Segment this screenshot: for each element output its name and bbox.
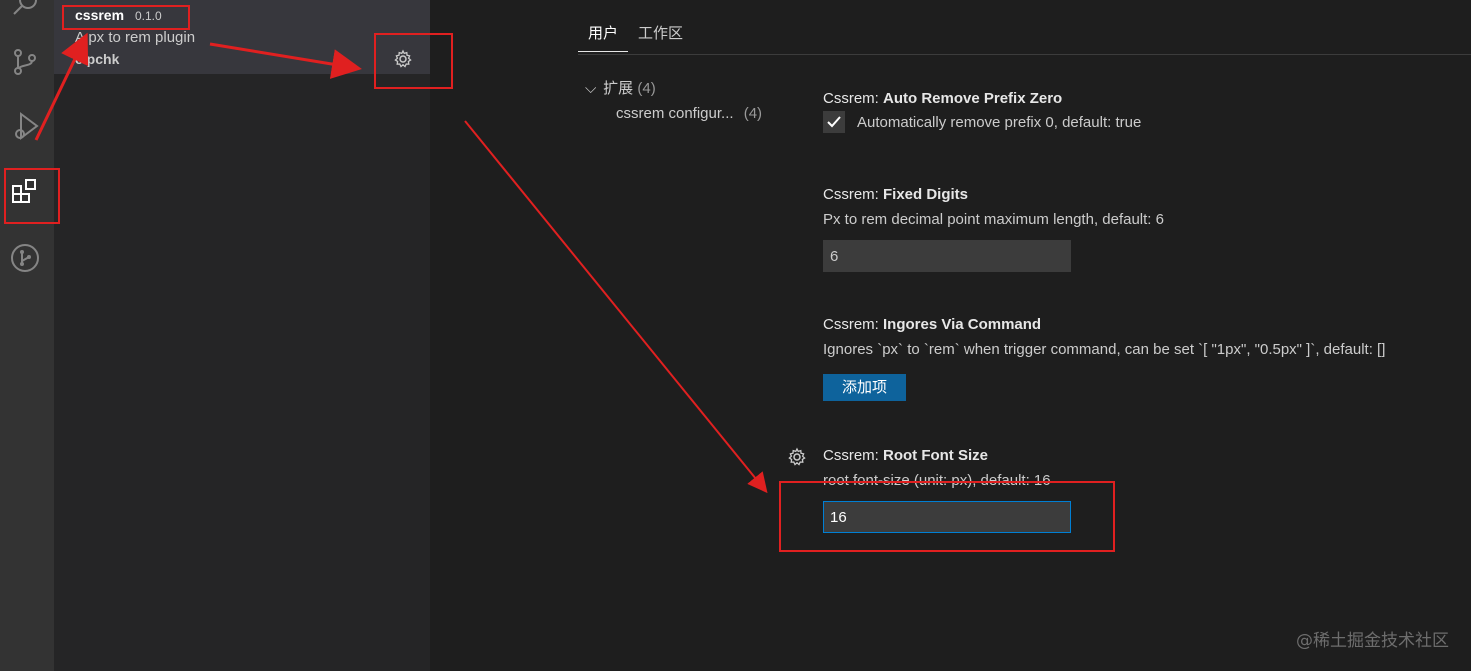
setting-ingores-via-command: Cssrem: Ingores Via Command Ignores `px`… <box>823 316 1385 401</box>
setting-category: Cssrem: <box>823 447 883 464</box>
tabs-divider <box>578 54 1471 55</box>
extensions-sidebar: cssrem 0.1.0 A px to rem plugin cipchk <box>54 0 430 671</box>
extension-description: A px to rem plugin <box>75 29 196 46</box>
search-icon[interactable] <box>7 0 43 22</box>
settings-editor: 用户 工作区 ⌵ 扩展 (4) cssrem configur... (4) C… <box>430 0 1471 671</box>
setting-key: Fixed Digits <box>883 186 969 203</box>
toc-item-label: cssrem configur... <box>616 105 734 122</box>
checkbox-label: Automatically remove prefix 0, default: … <box>857 113 1142 131</box>
activity-bar <box>0 0 54 671</box>
setting-title: Cssrem: Auto Remove Prefix Zero <box>823 90 1141 107</box>
toc-group-extensions[interactable]: ⌵ 扩展 (4) <box>585 77 656 98</box>
auto-remove-prefix-zero-checkbox[interactable] <box>823 111 845 133</box>
checkbox-row: Automatically remove prefix 0, default: … <box>823 111 1141 133</box>
toc-group-label: 扩展 <box>603 80 634 97</box>
add-item-button[interactable]: 添加项 <box>823 374 906 401</box>
setting-key: Root Font Size <box>883 447 988 464</box>
setting-gear-icon[interactable] <box>787 447 807 467</box>
extension-publisher: cipchk <box>75 51 120 67</box>
setting-key: Auto Remove Prefix Zero <box>883 90 1063 107</box>
setting-fixed-digits: Cssrem: Fixed Digits Px to rem decimal p… <box>823 186 1164 272</box>
setting-description: Ignores `px` to `rem` when trigger comma… <box>823 341 1386 358</box>
setting-title: Cssrem: Ingores Via Command <box>823 316 1385 333</box>
chevron-down-icon: ⌵ <box>585 80 597 97</box>
toc-item-count: (4) <box>743 105 763 122</box>
fixed-digits-input[interactable]: 6 <box>823 240 1071 272</box>
annotation-box-extensions-icon <box>4 168 60 224</box>
git-graph-icon[interactable] <box>7 240 43 276</box>
watermark: @稀土掘金技术社区 <box>1296 631 1449 651</box>
check-icon <box>827 116 841 128</box>
tab-user[interactable]: 用户 <box>578 22 629 52</box>
setting-auto-remove-prefix-zero: Cssrem: Auto Remove Prefix Zero Automati… <box>823 90 1141 133</box>
tab-workspace[interactable]: 工作区 <box>628 22 693 52</box>
annotation-box-gear <box>374 33 453 89</box>
setting-category: Cssrem: <box>823 186 883 203</box>
setting-key: Ingores Via Command <box>883 316 1042 333</box>
toc-item-cssrem[interactable]: cssrem configur... (4) <box>616 105 762 122</box>
setting-description: Px to rem decimal point maximum length, … <box>823 211 1164 228</box>
setting-title: Cssrem: Root Font Size <box>823 447 1071 464</box>
setting-category: Cssrem: <box>823 316 883 333</box>
setting-category: Cssrem: <box>823 90 883 107</box>
run-debug-icon[interactable] <box>7 108 43 144</box>
source-control-icon[interactable] <box>7 44 43 80</box>
settings-scope-tabs: 用户 工作区 <box>578 22 693 52</box>
annotation-box-extension-name <box>62 5 190 30</box>
annotation-box-root-font-size <box>779 481 1115 552</box>
setting-title: Cssrem: Fixed Digits <box>823 186 1164 203</box>
toc-group-count: (4) <box>637 80 656 97</box>
